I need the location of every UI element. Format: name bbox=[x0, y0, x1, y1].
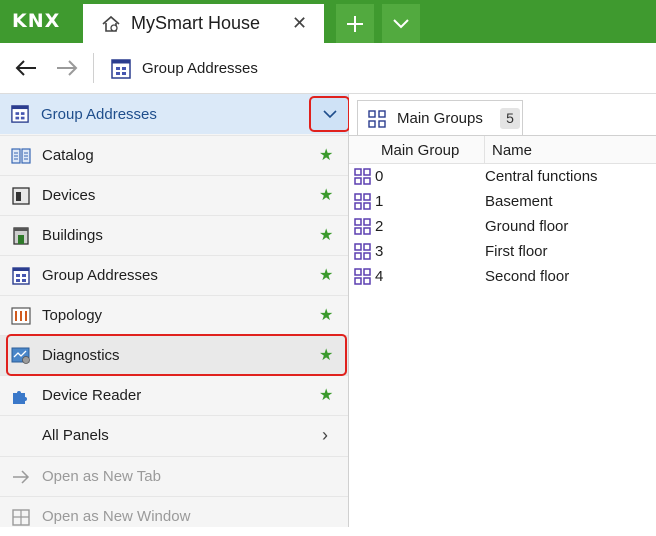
table-row[interactable]: 1 Basement bbox=[349, 189, 656, 214]
star-icon[interactable]: ★ bbox=[319, 265, 333, 285]
star-icon[interactable]: ★ bbox=[319, 145, 333, 165]
panel-header-label: Group Addresses bbox=[41, 106, 157, 123]
panel-item-diagnostics[interactable]: Diagnostics ★ bbox=[0, 335, 348, 375]
main-group-icon bbox=[354, 168, 371, 185]
main-group-icon bbox=[354, 243, 371, 260]
panel-item-devices[interactable]: Devices ★ bbox=[0, 175, 348, 215]
count-badge: 5 bbox=[500, 108, 520, 129]
cell-name: Ground floor bbox=[485, 218, 569, 235]
toolbar-divider bbox=[93, 53, 94, 83]
window-icon bbox=[12, 509, 30, 526]
chevron-right-icon: › bbox=[322, 425, 328, 445]
table-row[interactable]: 3 First floor bbox=[349, 239, 656, 264]
panel-item-topology[interactable]: Topology ★ bbox=[0, 295, 348, 335]
tab-main-groups[interactable]: Main Groups 5 bbox=[357, 100, 523, 136]
tab-menu-button[interactable] bbox=[382, 4, 420, 43]
panel-item-catalog[interactable]: Catalog ★ bbox=[0, 135, 348, 175]
column-header-main-group[interactable]: Main Group bbox=[381, 142, 459, 159]
cell-main-group: 1 bbox=[375, 193, 384, 210]
cell-name: Central functions bbox=[485, 168, 598, 185]
open-new-tab-item[interactable]: Open as New Tab bbox=[0, 456, 348, 496]
star-icon[interactable]: ★ bbox=[319, 385, 333, 405]
panel-header[interactable]: Group Addresses bbox=[0, 94, 348, 134]
cell-main-group: 3 bbox=[375, 243, 384, 260]
cell-name: Second floor bbox=[485, 268, 570, 285]
main-groups-icon bbox=[368, 110, 386, 128]
star-icon[interactable]: ★ bbox=[319, 185, 333, 205]
buildings-icon bbox=[13, 227, 29, 245]
topology-icon bbox=[11, 307, 31, 325]
breadcrumb-title: Group Addresses bbox=[142, 60, 258, 77]
arrow-right-icon[interactable] bbox=[55, 57, 79, 79]
star-icon[interactable]: ★ bbox=[319, 345, 333, 365]
knx-logo: KNX bbox=[12, 8, 60, 34]
panel-item-label: Device Reader bbox=[42, 387, 142, 404]
main-group-icon bbox=[354, 193, 371, 210]
house-icon bbox=[102, 15, 120, 32]
panel-switcher: Group Addresses Catalog ★ Devices ★ Buil… bbox=[0, 94, 350, 527]
main-groups-table: Main Group Name 0 Central functions 1 Ba… bbox=[349, 135, 656, 289]
chevron-down-icon bbox=[393, 18, 409, 28]
title-bar: KNX MySmart House ✕ bbox=[0, 0, 656, 43]
panel-dropdown-button[interactable] bbox=[309, 96, 350, 132]
device-reader-icon bbox=[13, 391, 27, 404]
cell-name: Basement bbox=[485, 193, 553, 210]
panel-item-label: All Panels bbox=[42, 427, 109, 444]
cell-main-group: 4 bbox=[375, 268, 384, 285]
table-row[interactable]: 2 Ground floor bbox=[349, 214, 656, 239]
diagnostics-icon bbox=[11, 347, 30, 364]
group-addresses-icon bbox=[12, 267, 30, 285]
panel-item-buildings[interactable]: Buildings ★ bbox=[0, 215, 348, 255]
panel-item-label: Diagnostics bbox=[42, 347, 120, 364]
column-header-name[interactable]: Name bbox=[492, 142, 532, 159]
group-addresses-icon bbox=[11, 105, 29, 123]
panel-item-label: Buildings bbox=[42, 227, 103, 244]
tab-label: Main Groups bbox=[397, 110, 483, 127]
main-group-icon bbox=[354, 218, 371, 235]
new-tab-button[interactable] bbox=[336, 4, 374, 43]
chevron-down-icon bbox=[322, 110, 337, 119]
document-tab-title: MySmart House bbox=[131, 13, 261, 33]
column-divider[interactable] bbox=[484, 136, 485, 164]
panel-item-device-reader[interactable]: Device Reader ★ bbox=[0, 375, 348, 415]
plus-icon bbox=[347, 15, 363, 32]
main-content: Main Groups 5 Main Group Name 0 Central … bbox=[349, 94, 656, 527]
panel-item-label: Group Addresses bbox=[42, 267, 158, 284]
panel-item-label: Topology bbox=[42, 307, 103, 324]
main-group-icon bbox=[354, 268, 371, 285]
toolbar: Group Addresses bbox=[0, 43, 656, 94]
table-header: Main Group Name bbox=[349, 136, 656, 164]
table-row[interactable]: 4 Second floor bbox=[349, 264, 656, 289]
table-row[interactable]: 0 Central functions bbox=[349, 164, 656, 189]
star-icon[interactable]: ★ bbox=[319, 305, 333, 325]
devices-icon bbox=[12, 187, 30, 205]
cell-main-group: 2 bbox=[375, 218, 384, 235]
group-addresses-icon bbox=[111, 59, 131, 79]
catalog-icon bbox=[11, 148, 31, 164]
panel-item-all-panels[interactable]: All Panels › bbox=[0, 415, 348, 455]
panel-item-label: Catalog bbox=[42, 147, 94, 164]
arrow-right-icon bbox=[13, 470, 30, 484]
document-tab[interactable]: MySmart House ✕ bbox=[83, 4, 324, 43]
cell-name: First floor bbox=[485, 243, 548, 260]
close-tab-icon[interactable]: ✕ bbox=[292, 13, 307, 34]
logo-text: KNX bbox=[12, 10, 61, 32]
panel-item-label: Open as New Tab bbox=[42, 468, 161, 485]
star-icon[interactable]: ★ bbox=[319, 225, 333, 245]
open-new-window-item[interactable]: Open as New Window bbox=[0, 496, 348, 536]
panel-item-group-addresses[interactable]: Group Addresses ★ bbox=[0, 255, 348, 295]
panel-item-label: Devices bbox=[42, 187, 96, 204]
cell-main-group: 0 bbox=[375, 168, 384, 185]
arrow-left-icon[interactable] bbox=[14, 57, 38, 79]
panel-item-label: Open as New Window bbox=[42, 508, 191, 525]
